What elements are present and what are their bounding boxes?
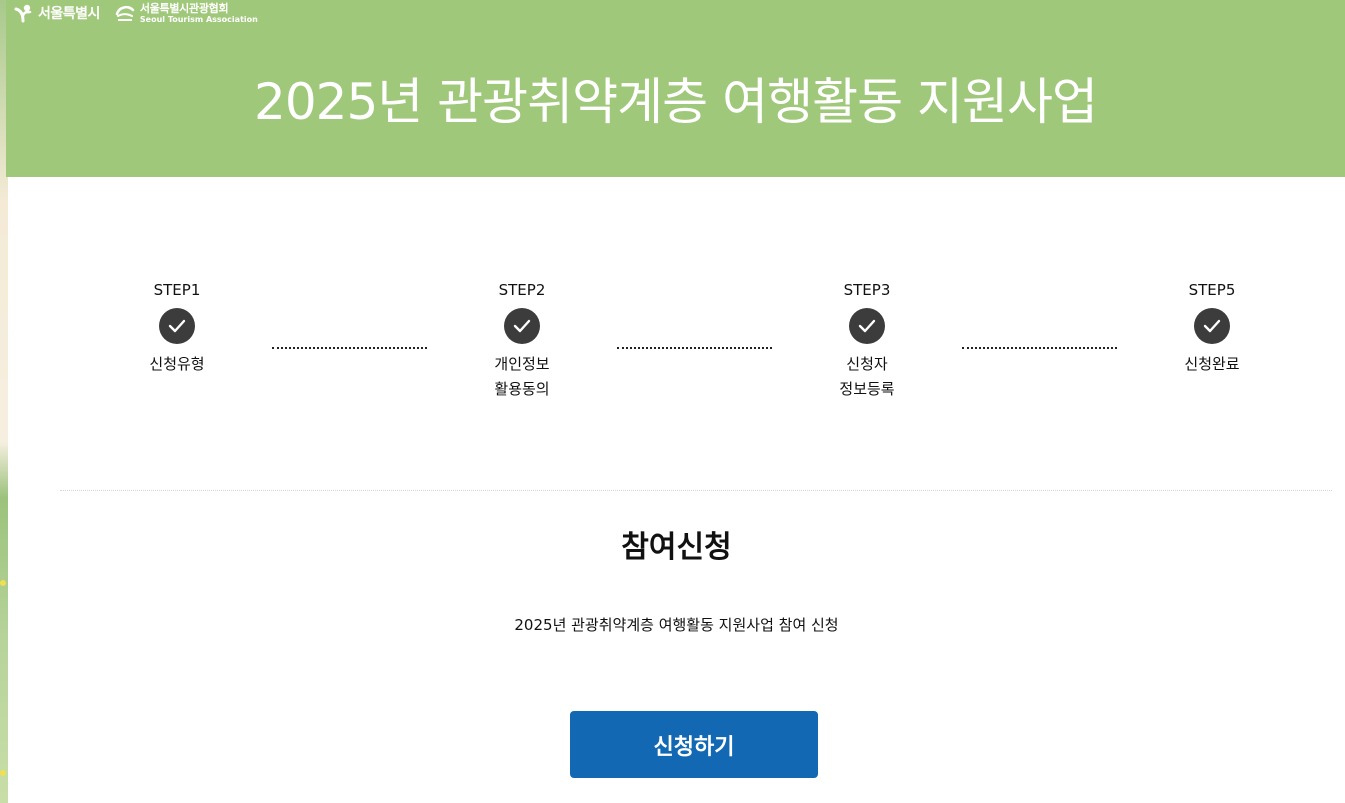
content-card: STEP1 신청유형 STEP2 개인정보 활용동의 STEP3 신청자 정보등… xyxy=(8,178,1345,803)
step-connector xyxy=(617,347,772,349)
step-1: STEP1 신청유형 xyxy=(117,281,237,377)
step-completed-check-icon xyxy=(159,308,195,344)
logo-group: 서울특별시 서울특별시관광협회 Seoul Tourism Associatio… xyxy=(14,0,258,26)
step-label: STEP5 xyxy=(1188,281,1236,299)
step-label: STEP1 xyxy=(153,281,201,299)
step-2: STEP2 개인정보 활용동의 xyxy=(462,281,582,402)
page-title: 2025년 관광취약계층 여행활동 지원사업 xyxy=(254,73,1098,131)
seoul-logo-icon xyxy=(14,4,32,23)
section-description: 2025년 관광취약계층 여행활동 지원사업 참여 신청 xyxy=(514,616,839,634)
step-name: 개인정보 활용동의 xyxy=(494,355,550,398)
seoul-city-logo[interactable]: 서울특별시 xyxy=(14,3,100,23)
seoul-tourism-association-logo[interactable]: 서울특별시관광협회 Seoul Tourism Association xyxy=(114,2,258,24)
page: 서울특별시 서울특별시관광협회 Seoul Tourism Associatio… xyxy=(0,0,1345,803)
header-banner: 서울특별시 서울특별시관광협회 Seoul Tourism Associatio… xyxy=(6,0,1345,177)
decorative-dot xyxy=(0,580,6,586)
step-5: STEP5 신청완료 xyxy=(1152,281,1272,377)
tourism-association-emblem-icon xyxy=(115,5,135,21)
step-completed-check-icon xyxy=(1194,308,1230,344)
step-connector xyxy=(962,347,1117,349)
step-name: 신청자 정보등록 xyxy=(839,355,895,398)
seoul-logo-text: 서울특별시 xyxy=(38,6,100,22)
tourism-association-name-english: Seoul Tourism Association xyxy=(139,14,258,24)
step-name: 신청유형 xyxy=(149,355,205,373)
section-divider xyxy=(60,490,1332,491)
decorative-dot xyxy=(0,770,6,776)
step-3: STEP3 신청자 정보등록 xyxy=(807,281,927,402)
step-name: 신청완료 xyxy=(1184,355,1240,373)
tourism-association-name-korean: 서울특별시관광협회 xyxy=(139,1,229,15)
step-completed-check-icon xyxy=(849,308,885,344)
step-connector xyxy=(272,347,427,349)
step-label: STEP3 xyxy=(843,281,891,299)
step-completed-check-icon xyxy=(504,308,540,344)
apply-button[interactable]: 신청하기 xyxy=(570,711,818,778)
step-label: STEP2 xyxy=(498,281,546,299)
section-title: 참여신청 xyxy=(621,530,732,565)
